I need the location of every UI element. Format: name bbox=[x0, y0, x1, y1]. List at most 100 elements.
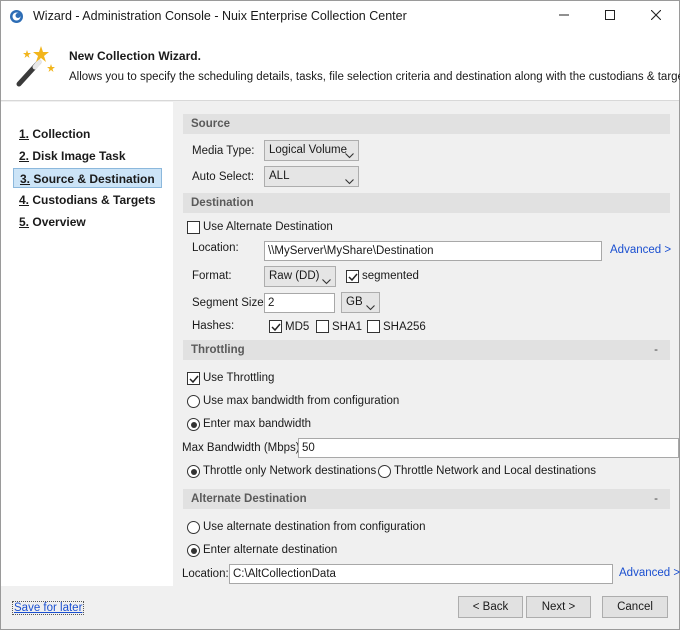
sha1-label: SHA1 bbox=[332, 321, 363, 333]
use-alternate-destination-checkbox[interactable] bbox=[187, 221, 200, 234]
throttling-heading: Throttling bbox=[191, 344, 245, 356]
sha256-label: SHA256 bbox=[383, 321, 426, 333]
step-number: 4. bbox=[19, 193, 30, 207]
sha256-checkbox[interactable] bbox=[367, 320, 380, 333]
location-label: Location: bbox=[192, 242, 239, 254]
source-heading: Source bbox=[191, 118, 230, 130]
window-title: Wizard - Administration Console - Nuix E… bbox=[33, 9, 407, 23]
segment-size-input[interactable]: 2 bbox=[264, 293, 335, 313]
step-source-destination[interactable]: 3. Source & Destination bbox=[13, 168, 162, 188]
enter-max-bandwidth-label: Enter max bandwidth bbox=[203, 418, 312, 430]
minimize-button[interactable] bbox=[541, 1, 587, 32]
chevron-down-icon bbox=[366, 299, 375, 311]
max-bandwidth-config-radio[interactable] bbox=[187, 395, 200, 408]
format-label: Format: bbox=[192, 270, 232, 282]
media-type-value: Logical Volume bbox=[269, 144, 347, 156]
chevron-down-icon bbox=[345, 173, 354, 185]
nuix-app-icon bbox=[9, 9, 24, 24]
alt-destination-advanced-link[interactable]: Advanced > bbox=[619, 567, 680, 579]
back-button[interactable]: < Back bbox=[458, 596, 523, 618]
wizard-steps: 1. Collection 2. Disk Image Task 3. Sour… bbox=[1, 102, 173, 586]
save-for-later-link[interactable]: Save for later bbox=[12, 601, 85, 615]
wizard-window: Wizard - Administration Console - Nuix E… bbox=[0, 0, 680, 630]
step-number: 3. bbox=[20, 172, 31, 186]
segmented-label: segmented bbox=[362, 270, 419, 282]
checkmark-icon bbox=[271, 323, 281, 332]
title-bar: Wizard - Administration Console - Nuix E… bbox=[1, 1, 679, 32]
segmented-checkbox[interactable] bbox=[346, 270, 359, 283]
alt-destination-config-radio[interactable] bbox=[187, 521, 200, 534]
wizard-footer: Save for later < Back Next > Cancel bbox=[1, 586, 679, 629]
chevron-down-icon bbox=[322, 273, 331, 285]
cancel-button[interactable]: Cancel bbox=[602, 596, 668, 618]
destination-heading: Destination bbox=[191, 197, 254, 209]
enter-max-bandwidth-radio[interactable] bbox=[187, 418, 200, 431]
alt-location-label: Location: bbox=[182, 568, 229, 580]
throttle-network-local-radio[interactable] bbox=[378, 465, 391, 478]
wizard-content: Source Media Type: Logical Volume Auto S… bbox=[173, 102, 680, 586]
step-collection[interactable]: 1. Collection bbox=[13, 124, 162, 144]
throttling-collapse-button[interactable]: - bbox=[654, 340, 658, 360]
segment-size-label: Segment Size: bbox=[192, 297, 267, 309]
maximize-button[interactable] bbox=[587, 1, 633, 32]
step-label: Source & Destination bbox=[33, 172, 155, 186]
step-label: Disk Image Task bbox=[32, 149, 126, 163]
step-label: Overview bbox=[32, 215, 86, 229]
maximize-icon bbox=[605, 10, 615, 23]
checkmark-icon bbox=[189, 375, 199, 384]
throttle-network-local-label: Throttle Network and Local destinations bbox=[394, 465, 596, 477]
step-label: Custodians & Targets bbox=[32, 193, 156, 207]
auto-select-value: ALL bbox=[269, 170, 290, 182]
step-disk-image-task[interactable]: 2. Disk Image Task bbox=[13, 146, 162, 166]
md5-checkbox[interactable] bbox=[269, 320, 282, 333]
throttle-network-only-radio[interactable] bbox=[187, 465, 200, 478]
segment-unit-select[interactable]: GB bbox=[341, 292, 380, 313]
hashes-label: Hashes: bbox=[192, 320, 235, 332]
step-label: Collection bbox=[32, 127, 91, 141]
header-description: Allows you to specify the scheduling det… bbox=[69, 71, 680, 83]
step-custodians-targets[interactable]: 4. Custodians & Targets bbox=[13, 190, 162, 210]
radio-selected-dot bbox=[190, 468, 197, 475]
auto-select-label: Auto Select: bbox=[192, 171, 255, 183]
sha1-checkbox[interactable] bbox=[316, 320, 329, 333]
use-throttling-checkbox[interactable] bbox=[187, 372, 200, 385]
close-icon bbox=[650, 9, 662, 23]
alternate-destination-heading: Alternate Destination bbox=[191, 493, 307, 505]
destination-section-header: Destination bbox=[183, 193, 670, 213]
use-alternate-destination-label: Use Alternate Destination bbox=[203, 221, 333, 233]
magic-wand-icon bbox=[11, 42, 59, 90]
max-bandwidth-label: Max Bandwidth (Mbps): bbox=[182, 442, 303, 454]
max-bandwidth-input[interactable]: 50 bbox=[298, 438, 679, 458]
alt-destination-config-label: Use alternate destination from configura… bbox=[203, 521, 426, 533]
alternate-destination-section-header: Alternate Destination - bbox=[183, 489, 670, 509]
media-type-select[interactable]: Logical Volume bbox=[264, 140, 359, 161]
max-bandwidth-config-label: Use max bandwidth from configuration bbox=[203, 395, 400, 407]
segment-unit-value: GB bbox=[346, 296, 363, 308]
chevron-down-icon bbox=[345, 147, 354, 159]
next-button[interactable]: Next > bbox=[526, 596, 591, 618]
wizard-header: New Collection Wizard. Allows you to spe… bbox=[1, 32, 680, 101]
auto-select-select[interactable]: ALL bbox=[264, 166, 359, 187]
header-title: New Collection Wizard. bbox=[69, 49, 201, 63]
throttling-section-header: Throttling - bbox=[183, 340, 670, 360]
format-select[interactable]: Raw (DD) bbox=[264, 266, 336, 287]
format-value: Raw (DD) bbox=[269, 270, 320, 282]
alternate-destination-collapse-button[interactable]: - bbox=[654, 489, 658, 509]
throttle-network-only-label: Throttle only Network destinations bbox=[203, 465, 377, 477]
enter-alt-destination-radio[interactable] bbox=[187, 544, 200, 557]
step-overview[interactable]: 5. Overview bbox=[13, 212, 162, 232]
destination-advanced-link[interactable]: Advanced > bbox=[610, 244, 671, 256]
step-number: 1. bbox=[19, 127, 30, 141]
md5-label: MD5 bbox=[285, 321, 310, 333]
radio-selected-dot bbox=[190, 547, 197, 554]
enter-alt-destination-label: Enter alternate destination bbox=[203, 544, 338, 556]
alt-location-input[interactable]: C:\AltCollectionData bbox=[229, 564, 613, 584]
destination-location-input[interactable]: \\MyServer\MyShare\Destination bbox=[264, 241, 602, 261]
use-throttling-label: Use Throttling bbox=[203, 372, 275, 384]
radio-selected-dot bbox=[190, 421, 197, 428]
close-button[interactable] bbox=[633, 1, 679, 32]
minimize-icon bbox=[559, 10, 569, 23]
step-number: 5. bbox=[19, 215, 30, 229]
checkmark-icon bbox=[348, 273, 358, 282]
media-type-label: Media Type: bbox=[192, 145, 255, 157]
